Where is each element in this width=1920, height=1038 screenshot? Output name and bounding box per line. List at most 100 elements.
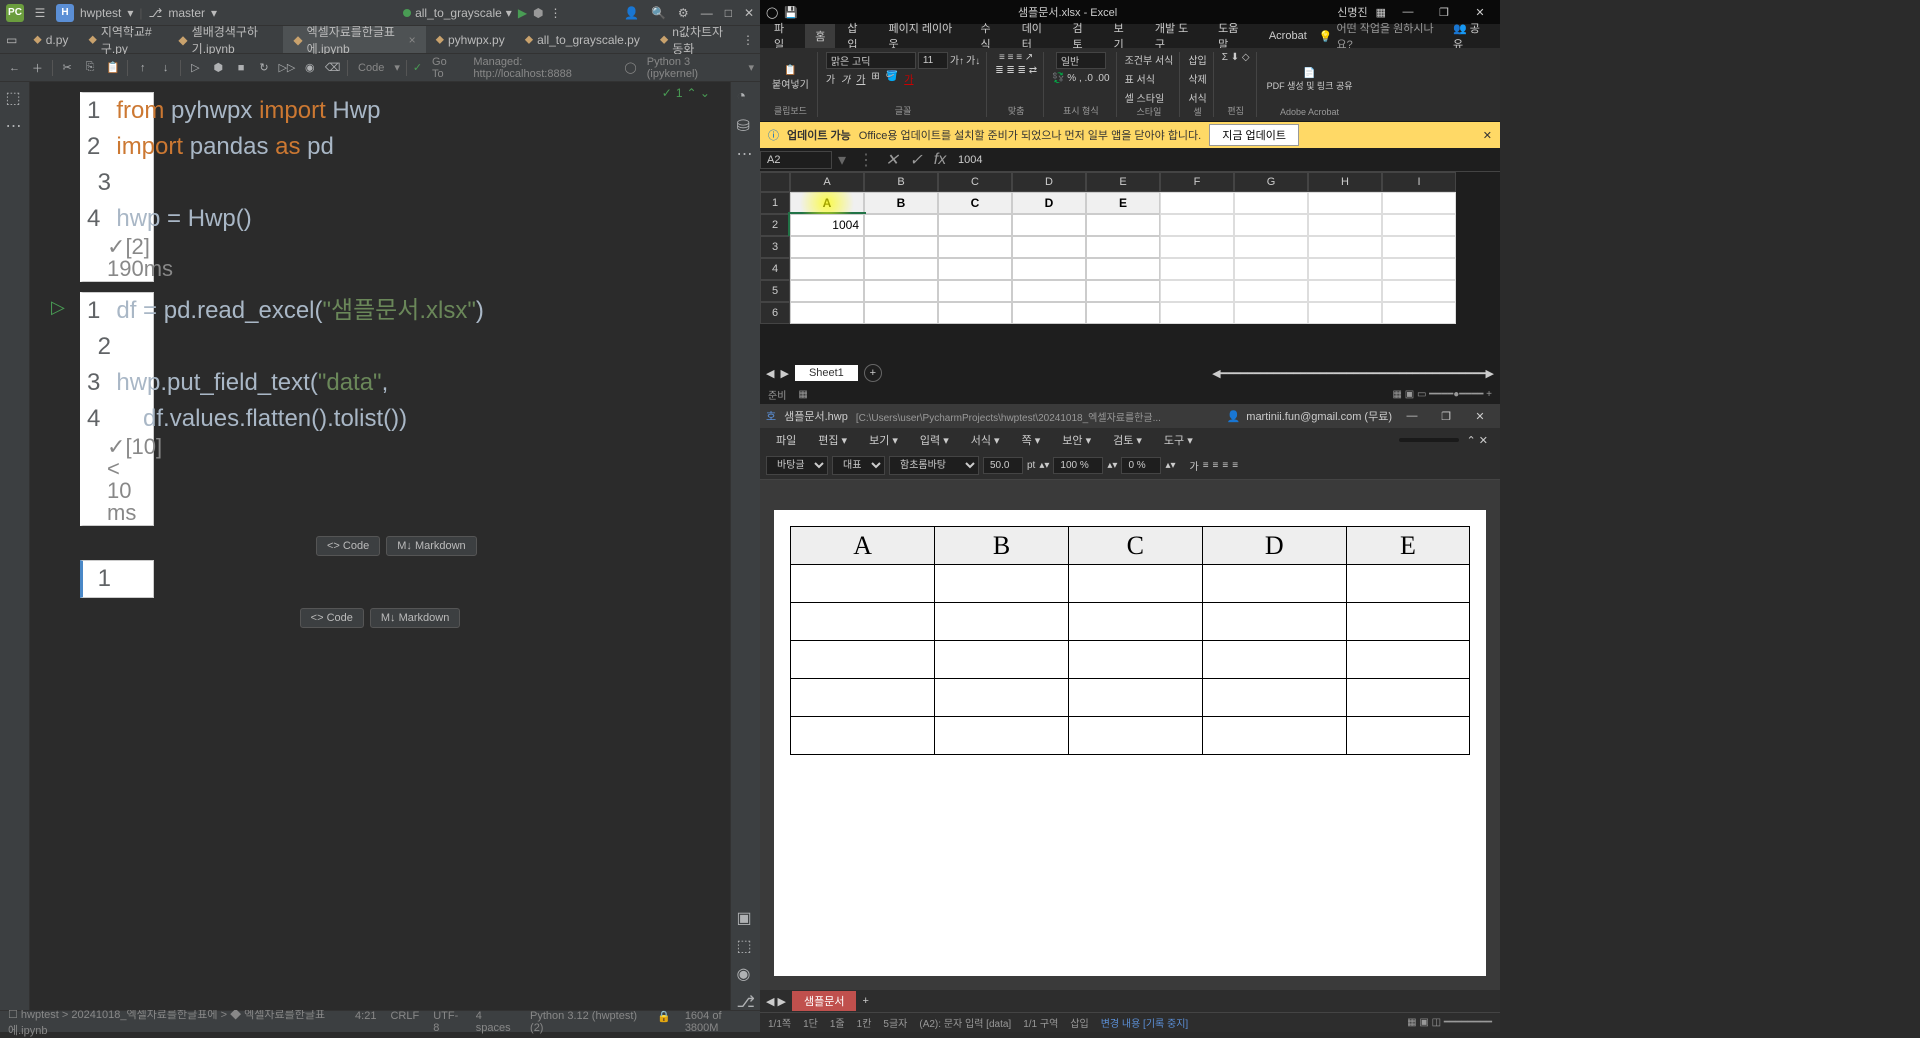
search-icon[interactable]: 🔍: [651, 6, 666, 20]
add-markdown-button-2[interactable]: M↓ Markdown: [370, 608, 460, 628]
encoding[interactable]: UTF-8: [433, 1010, 462, 1034]
hmenu-file[interactable]: 파일: [766, 428, 806, 452]
minimize-icon[interactable]: —: [1394, 2, 1422, 22]
number-format[interactable]: [1056, 52, 1106, 69]
copy-icon[interactable]: ⎘: [82, 59, 99, 77]
hwp-table[interactable]: ABCDE: [790, 526, 1470, 755]
git-icon[interactable]: ⎇: [737, 992, 755, 1010]
align-center-icon[interactable]: ≡: [1213, 460, 1219, 471]
shrink-font-icon[interactable]: 가↓: [966, 52, 980, 69]
sheet-scroll[interactable]: ◀━━━━━━━━━━━━━━━━━━━━━━━━━━━━━━━━━━━━━━━…: [1212, 367, 1494, 380]
interrupt-icon[interactable]: ◉: [301, 59, 318, 77]
format-cells-button[interactable]: 서식: [1188, 90, 1206, 105]
hwp-ruler[interactable]: [760, 480, 1500, 496]
cell-type[interactable]: Code: [354, 62, 388, 74]
more-fx-icon[interactable]: ⋮: [852, 150, 880, 170]
paste-button[interactable]: 📋붙여넣기: [770, 63, 811, 93]
problems-icon[interactable]: ◉: [737, 964, 755, 982]
add-markdown-button[interactable]: M↓ Markdown: [386, 536, 476, 556]
project-name[interactable]: hwptest: [80, 6, 121, 20]
tab-3[interactable]: ◆엑셀자료를한글표에.ipynb×: [283, 26, 425, 53]
settings-icon[interactable]: ⚙: [678, 6, 689, 20]
goto-text[interactable]: Go To: [428, 56, 463, 80]
hmenu-review[interactable]: 검토 ▾: [1103, 428, 1152, 452]
layout-select[interactable]: 대표: [832, 456, 885, 475]
font-select[interactable]: [826, 52, 916, 69]
run-icon[interactable]: ▶: [518, 6, 527, 20]
down-icon[interactable]: ↓: [157, 59, 174, 77]
minimize-icon[interactable]: —: [701, 6, 713, 20]
hwp-document[interactable]: ABCDE: [760, 496, 1500, 990]
col-header-g[interactable]: G: [1234, 172, 1308, 192]
more-tool-icon[interactable]: ⋯: [6, 116, 24, 134]
tab-close-icon[interactable]: ×: [409, 33, 416, 47]
debug-icon[interactable]: ⬢: [533, 6, 543, 20]
add-cell-icon[interactable]: ＋: [29, 59, 46, 77]
hmenu-edit[interactable]: 편집 ▾: [808, 428, 857, 452]
row-header-3[interactable]: 3: [760, 236, 790, 258]
confirm-icon[interactable]: ✓: [904, 150, 928, 170]
run-config[interactable]: all_to_grayscale ▾: [403, 6, 512, 20]
kernel-name[interactable]: Python 3 (ipykernel): [643, 56, 743, 80]
hmenu-page[interactable]: 쪽 ▾: [1012, 428, 1051, 452]
branch-name[interactable]: master: [168, 6, 205, 20]
row-header-4[interactable]: 4: [760, 258, 790, 280]
minimize-icon[interactable]: —: [1398, 406, 1426, 426]
row-header-2[interactable]: 2: [760, 214, 790, 236]
pdf-button[interactable]: 📄PDF 생성 및 링크 공유: [1265, 66, 1355, 94]
paste-icon[interactable]: 📋: [104, 59, 121, 77]
fill-icon[interactable]: 🪣: [886, 71, 898, 86]
code-cell-3[interactable]: 1: [80, 560, 154, 598]
tab-5[interactable]: ⬥all_to_grayscale.py: [515, 26, 650, 53]
hwp-search[interactable]: [1399, 438, 1459, 442]
add-code-button-2[interactable]: <> Code: [300, 608, 364, 628]
user-avatar-icon[interactable]: 👤: [1227, 410, 1241, 423]
line-sep[interactable]: CRLF: [390, 1010, 419, 1034]
person-icon[interactable]: 👤: [624, 6, 639, 20]
hamburger-icon[interactable]: ☰: [30, 3, 50, 23]
col-header-f[interactable]: F: [1160, 172, 1234, 192]
hwp-help-icon[interactable]: ⌃ ✕: [1461, 434, 1495, 447]
managed-server[interactable]: Managed: http://localhost:8888: [469, 56, 618, 80]
excel-user[interactable]: 신명진: [1337, 4, 1367, 20]
python-console-icon[interactable]: ⬚: [737, 936, 755, 954]
cell-a2[interactable]: 1004: [790, 214, 864, 236]
border-icon[interactable]: ⊞: [871, 71, 879, 86]
zoom1[interactable]: [1053, 457, 1103, 474]
inspection-status[interactable]: ✓ 1 ⌃ ⌄: [662, 86, 710, 100]
col-header-d[interactable]: D: [1012, 172, 1086, 192]
italic-icon[interactable]: 가: [841, 71, 850, 86]
cell-a1[interactable]: A: [790, 192, 864, 214]
cell-c1[interactable]: C: [938, 192, 1012, 214]
project-tool-icon[interactable]: ▭: [0, 33, 23, 47]
cell-style-button[interactable]: 셀 스타일: [1125, 90, 1165, 105]
insert-cells-button[interactable]: 삽입: [1188, 52, 1206, 67]
select-all-corner[interactable]: [760, 172, 790, 192]
terminal-icon[interactable]: ▣: [737, 908, 755, 926]
sheet-nav-left-icon[interactable]: ◀: [766, 367, 774, 380]
rtab-home[interactable]: 홈: [805, 24, 835, 48]
close-icon[interactable]: ✕: [1466, 2, 1494, 22]
more-right-icon[interactable]: ⋯: [737, 144, 755, 162]
interpreter[interactable]: Python 3.12 (hwptest) (2): [530, 1010, 643, 1034]
run-cell-icon[interactable]: ▷: [187, 59, 204, 77]
cut-icon[interactable]: ✂: [59, 59, 76, 77]
code-cell-1[interactable]: 1from pyhwpx import Hwp 2import pandas a…: [80, 92, 154, 282]
restore-icon[interactable]: ❐: [1432, 406, 1460, 426]
cursor-position[interactable]: 4:21: [355, 1010, 376, 1034]
delete-cells-button[interactable]: 삭제: [1188, 71, 1206, 86]
breadcrumb[interactable]: ☐ hwptest > 20241018_엑셀자료를한글표에 > ◆ 엑셀자료를…: [8, 1006, 345, 1038]
tab-4[interactable]: ⬥pyhwpx.py: [426, 26, 515, 53]
grow-font-icon[interactable]: 가↑: [950, 52, 964, 69]
accessibility-icon[interactable]: ▦: [798, 389, 807, 400]
cell-e1[interactable]: E: [1086, 192, 1160, 214]
memory[interactable]: 1604 of 3800M: [685, 1010, 752, 1034]
font-size[interactable]: [983, 457, 1023, 474]
formula-input[interactable]: [952, 152, 1500, 168]
run-cell-gutter-icon[interactable]: ▷: [51, 297, 65, 317]
debug-cell-icon[interactable]: ⬢: [210, 59, 227, 77]
cell-b1[interactable]: B: [864, 192, 938, 214]
code-cell-2[interactable]: ▷ 1df = pd.read_excel("샘플문서.xlsx") 2 3hw…: [80, 292, 154, 526]
close-icon[interactable]: ✕: [1466, 406, 1494, 426]
align-right-icon[interactable]: ≡: [1222, 460, 1228, 471]
